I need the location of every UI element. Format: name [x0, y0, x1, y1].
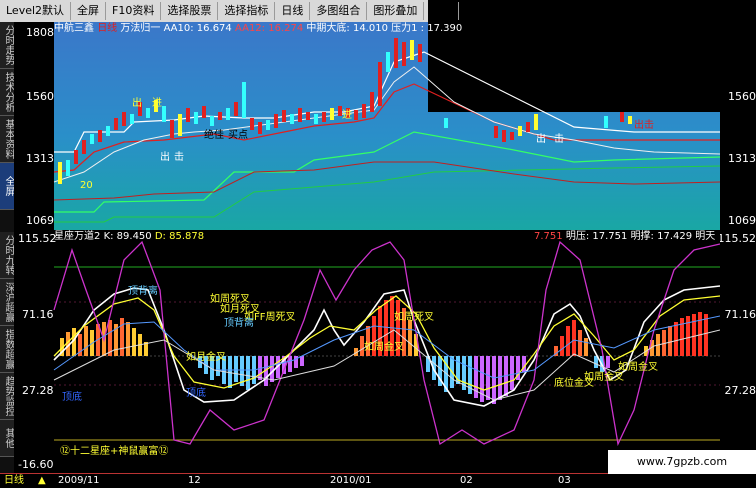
annot-out-3: 出 [536, 132, 546, 145]
annot-top-divergence-2: 顶背离 [224, 316, 254, 329]
legend-d: D: 85.878 [155, 231, 204, 242]
annot-weekly-death-cross-2: 如周死叉 [394, 310, 434, 323]
annot-hit: 击 [174, 151, 184, 163]
annot-best: 绝佳 [204, 128, 224, 141]
legend-r1: 7.751 [534, 231, 563, 242]
toolbar-select-stock[interactable]: 选择股票 [161, 2, 218, 20]
legend-indicator-title: 星座万道2 [54, 231, 100, 242]
legend-mingya: 明压: 17.751 [566, 231, 628, 242]
date-axis-arrow-icon[interactable]: ▲ [38, 474, 46, 488]
toolbar-select-indicator[interactable]: 选择指标 [218, 2, 275, 20]
annot-bottom-1: 顶底 [62, 390, 82, 403]
y-left-neg16: -16.60 [18, 458, 53, 471]
legend-tail: 明天 [695, 231, 715, 242]
sidebar-tab-intraday[interactable]: 分时走势 [0, 22, 14, 69]
y-right-1313: 1313 [728, 152, 756, 165]
annot-weekly-golden-cross-3: 如周金叉 [618, 360, 658, 373]
sidebar-tab-nine-turn[interactable]: 分时九转 [0, 232, 14, 279]
indicator-chart: 顶背离 如周死叉 如月死叉 如FF周死叉 顶背离 如月金叉 顶底 顶底 如周金叉… [14, 230, 720, 473]
watermark: www.7gpzb.com [608, 450, 756, 474]
occluded-area [428, 22, 720, 112]
sidebar-tab-sz-sh[interactable]: 深沪超赢 [0, 279, 14, 326]
date-axis-label[interactable]: 日线 [4, 474, 24, 488]
legend-indicator: 万法归一 [120, 23, 160, 34]
indicator-legend-right: 7.751 明压: 17.751 明撑: 17.429 明天 [534, 230, 715, 243]
annot-monthly-golden-cross: 如月金叉 [186, 350, 226, 363]
date-03: 03 [558, 474, 571, 488]
legend-mingcheng: 明撑: 17.429 [631, 231, 693, 242]
toolbar-fullscreen[interactable]: 全屏 [71, 2, 106, 20]
support-line-green [54, 132, 720, 212]
sidebar-tab-trend[interactable]: 趋势监控 [0, 373, 14, 420]
legend-pressure: 压力1 : 17.390 [391, 23, 462, 34]
annot-buy-point: 买点 [228, 129, 248, 141]
annot-hit-2: 击 [554, 133, 564, 145]
toolbar-overlay[interactable]: 图形叠加 [367, 2, 424, 20]
legend-k: K: 89.450 [104, 231, 152, 242]
y-right-71: 71.16 [725, 308, 756, 321]
annot-out: 出 [132, 96, 142, 109]
y-left-1313: 1313 [26, 152, 54, 165]
toolbar-daily[interactable]: 日线 [275, 2, 310, 20]
annot-in-2: 进 [342, 109, 352, 121]
toolbar-multi-chart[interactable]: 多图组合 [310, 2, 367, 20]
sidebar-tab-index[interactable]: 指数超赢 [0, 326, 14, 373]
legend-aa12: AA12: 16.274 [235, 23, 303, 34]
sidebar: 分时走势 技术分析 基本资料 全屏 分时九转 深沪超赢 指数超赢 趋势监控 其他 [0, 22, 15, 473]
annot-in: 进 [152, 97, 162, 109]
annot-top-divergence: 顶背离 [128, 284, 158, 297]
price-legend: 中航三鑫 日线 万法归一 AA10: 16.674 AA12: 16.274 中… [54, 22, 462, 36]
annot-out-2: 出 [160, 150, 170, 163]
annot-weekly-golden-cross: 如周金叉 [364, 340, 404, 353]
date-12: 12 [188, 474, 201, 488]
y-left-1808: 1808 [26, 26, 54, 39]
annot-low-golden-cross: 底位金叉 [554, 376, 594, 389]
sidebar-tab-other[interactable]: 其他 [0, 420, 14, 457]
sidebar-tab-technical[interactable]: 技术分析 [0, 69, 14, 116]
legend-stock-name: 中航三鑫 [54, 23, 94, 34]
toolbar-level2-default[interactable]: Level2默认 [0, 2, 71, 20]
sidebar-tab-fundamentals[interactable]: 基本资料 [0, 116, 14, 163]
y-left-71: 71.16 [22, 308, 54, 321]
y-right-1069: 1069 [728, 214, 756, 227]
y-left-1560: 1560 [26, 90, 54, 103]
indicator-footer: ⑫十二星座+神鼠赢富⑫ [60, 444, 168, 457]
toolbar-common[interactable]: 常用 [424, 2, 459, 20]
legend-aa10: AA10: 16.674 [164, 23, 232, 34]
price-panel[interactable]: 出 进 绝佳 买点 出 击 出 击 进 出击 20 中航三鑫 日线 万法归一 A… [14, 22, 720, 230]
annot-bottom-2: 顶底 [186, 386, 206, 399]
date-02: 02 [460, 474, 473, 488]
legend-tag: 日线 [97, 23, 117, 34]
indicator-legend: 星座万道2 K: 89.450 D: 85.878 [54, 230, 204, 243]
y-right-115: 115.52 [718, 232, 756, 245]
y-right-1560: 1560 [728, 90, 756, 103]
price-chart: 出 进 绝佳 买点 出 击 出 击 进 出击 20 [14, 22, 720, 230]
toolbar: Level2默认 全屏 F10资料 选择股票 选择指标 日线 多图组合 图形叠加… [0, 0, 428, 23]
date-2010-01: 2010/01 [330, 474, 372, 488]
sidebar-tab-fullscreen[interactable]: 全屏 [0, 163, 14, 210]
right-axis: 1560 1313 1069 115.52 71.16 27.28 [720, 22, 756, 473]
y-left-1069: 1069 [26, 214, 54, 227]
toolbar-f10[interactable]: F10资料 [106, 2, 161, 20]
y-left-27: 27.28 [22, 384, 54, 397]
date-axis: 日线 ▲ 2009/11 12 2010/01 02 03 [0, 473, 756, 488]
level-label: 20 [80, 180, 93, 191]
y-right-27: 27.28 [725, 384, 756, 397]
y-left-115: 115.52 [18, 232, 57, 245]
date-2009-11: 2009/11 [58, 474, 100, 488]
legend-mid-bottom: 中期大底: 14.010 [306, 23, 388, 34]
indicator-panel[interactable]: 顶背离 如周死叉 如月死叉 如FF周死叉 顶背离 如月金叉 顶底 顶底 如周金叉… [14, 230, 720, 473]
annot-strike: 出击 [634, 118, 654, 131]
